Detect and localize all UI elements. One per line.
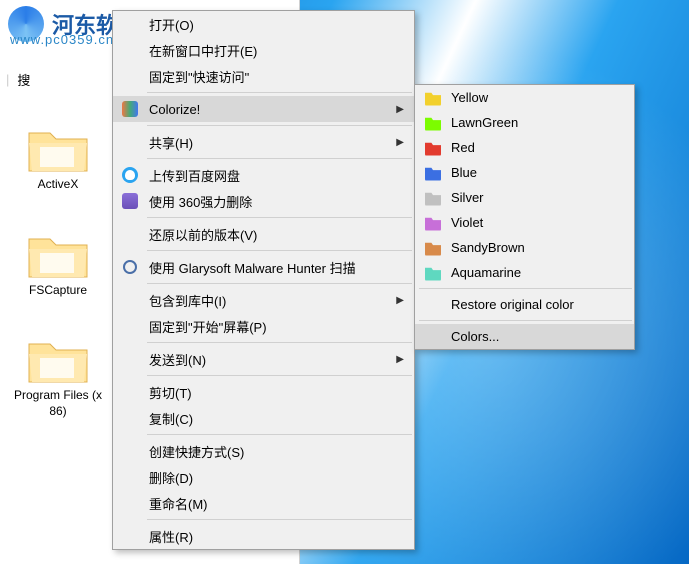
menu-separator <box>147 217 412 218</box>
menu-item-label: 创建快捷方式(S) <box>149 442 244 461</box>
color-swatch-icon <box>425 140 441 156</box>
color-item[interactable]: Red <box>415 135 634 160</box>
menu-item-label: 还原以前的版本(V) <box>149 225 257 244</box>
menu-item-label: 发送到(N) <box>149 350 206 369</box>
color-swatch-icon <box>425 265 441 281</box>
color-swatch-icon <box>425 215 441 231</box>
menu-item[interactable]: 复制(C) <box>113 405 414 431</box>
menu-separator <box>147 125 412 126</box>
menu-item-label: 删除(D) <box>149 468 193 487</box>
menu-item[interactable]: 共享(H) ▶ <box>113 129 414 155</box>
menu-separator <box>147 434 412 435</box>
color-item[interactable]: Violet <box>415 210 634 235</box>
menu-separator <box>147 158 412 159</box>
folder-item[interactable]: FSCapture <box>10 224 106 304</box>
folder-label: FSCapture <box>29 283 87 299</box>
restore-color-item[interactable]: Restore original color <box>415 292 634 317</box>
color-swatch-icon <box>425 190 441 206</box>
folder-icon <box>26 123 90 175</box>
folder-item[interactable]: Program Files (x86) <box>10 329 106 424</box>
color-label: LawnGreen <box>451 115 518 130</box>
color-swatch-icon <box>425 165 441 181</box>
menu-separator <box>147 250 412 251</box>
chevron-right-icon: ▶ <box>396 137 404 148</box>
color-item[interactable]: Aquamarine <box>415 260 634 285</box>
menu-item-label: Restore original color <box>451 297 574 312</box>
color-item[interactable]: Blue <box>415 160 634 185</box>
shield-icon <box>121 258 139 276</box>
menu-separator <box>147 342 412 343</box>
menu-item-label: 包含到库中(I) <box>149 291 226 310</box>
folder-label: ActiveX <box>38 177 79 193</box>
menu-item[interactable]: 固定到"快速访问" <box>113 63 414 89</box>
color-label: Silver <box>451 190 484 205</box>
menu-item[interactable]: 剪切(T) <box>113 379 414 405</box>
color-item[interactable]: LawnGreen <box>415 110 634 135</box>
menu-item-label: 使用 360强力删除 <box>149 192 252 211</box>
explorer-toolbar: | 搜 <box>0 64 120 94</box>
colors-dialog-item[interactable]: Colors... <box>415 324 634 349</box>
context-menu[interactable]: 打开(O) 在新窗口中打开(E) 固定到"快速访问" Colorize! ▶ 共享(H) ▶… <box>112 10 415 550</box>
separator: | <box>6 72 9 87</box>
menu-item-label: 重命名(M) <box>149 494 208 513</box>
color-item[interactable]: Yellow <box>415 85 634 110</box>
menu-separator <box>147 283 412 284</box>
color-swatch-icon <box>425 240 441 256</box>
color-swatch-icon <box>425 90 441 106</box>
color-label: Aquamarine <box>451 265 521 280</box>
menu-item[interactable]: 使用 360强力删除 <box>113 188 414 214</box>
menu-item-label: 在新窗口中打开(E) <box>149 41 257 60</box>
search-hint[interactable]: 搜 <box>17 70 30 89</box>
menu-item[interactable]: 打开(O) <box>113 11 414 37</box>
menu-item[interactable]: 发送到(N) ▶ <box>113 346 414 372</box>
menu-item-label: Colors... <box>451 329 499 344</box>
color-item[interactable]: Silver <box>415 185 634 210</box>
menu-separator <box>147 92 412 93</box>
folder-item[interactable]: ActiveX <box>10 118 106 198</box>
menu-item[interactable]: Colorize! ▶ <box>113 96 414 122</box>
color-label: Red <box>451 140 475 155</box>
menu-separator <box>419 320 632 321</box>
folder-icon <box>26 334 90 386</box>
menu-separator <box>147 519 412 520</box>
color-item[interactable]: SandyBrown <box>415 235 634 260</box>
menu-item-label: Colorize! <box>149 102 200 117</box>
menu-item[interactable]: 删除(D) <box>113 464 414 490</box>
menu-item[interactable]: 包含到库中(I) ▶ <box>113 287 414 313</box>
menu-item-label: 复制(C) <box>149 409 193 428</box>
360-icon <box>121 192 139 210</box>
color-label: Violet <box>451 215 483 230</box>
cloud-icon <box>121 166 139 184</box>
menu-separator <box>419 288 632 289</box>
site-url: www.pc0359.cn <box>10 32 114 47</box>
menu-item[interactable]: 还原以前的版本(V) <box>113 221 414 247</box>
menu-item-label: 固定到"开始"屏幕(P) <box>149 317 267 336</box>
menu-separator <box>147 375 412 376</box>
folder-icon <box>26 229 90 281</box>
color-label: SandyBrown <box>451 240 525 255</box>
menu-item[interactable]: 在新窗口中打开(E) <box>113 37 414 63</box>
menu-item-label: 共享(H) <box>149 133 193 152</box>
menu-item-label: 剪切(T) <box>149 383 192 402</box>
menu-item[interactable]: 重命名(M) <box>113 490 414 516</box>
chevron-right-icon: ▶ <box>396 295 404 306</box>
menu-item[interactable]: 上传到百度网盘 <box>113 162 414 188</box>
color-label: Blue <box>451 165 477 180</box>
menu-item[interactable]: 使用 Glarysoft Malware Hunter 扫描 <box>113 254 414 280</box>
menu-item-label: 使用 Glarysoft Malware Hunter 扫描 <box>149 258 356 277</box>
menu-item-label: 打开(O) <box>149 15 194 34</box>
menu-item-label: 上传到百度网盘 <box>149 166 240 185</box>
colorize-submenu[interactable]: Yellow LawnGreen Red Blue Silver Violet SandyB… <box>414 84 635 350</box>
menu-item[interactable]: 创建快捷方式(S) <box>113 438 414 464</box>
folder-label: Program Files (x86) <box>13 388 103 419</box>
colorize-icon <box>121 100 139 118</box>
menu-item-label: 属性(R) <box>149 527 193 546</box>
color-swatch-icon <box>425 115 441 131</box>
menu-item-label: 固定到"快速访问" <box>149 67 249 86</box>
chevron-right-icon: ▶ <box>396 104 404 115</box>
chevron-right-icon: ▶ <box>396 354 404 365</box>
menu-item[interactable]: 固定到"开始"屏幕(P) <box>113 313 414 339</box>
color-label: Yellow <box>451 90 488 105</box>
menu-item[interactable]: 属性(R) <box>113 523 414 549</box>
